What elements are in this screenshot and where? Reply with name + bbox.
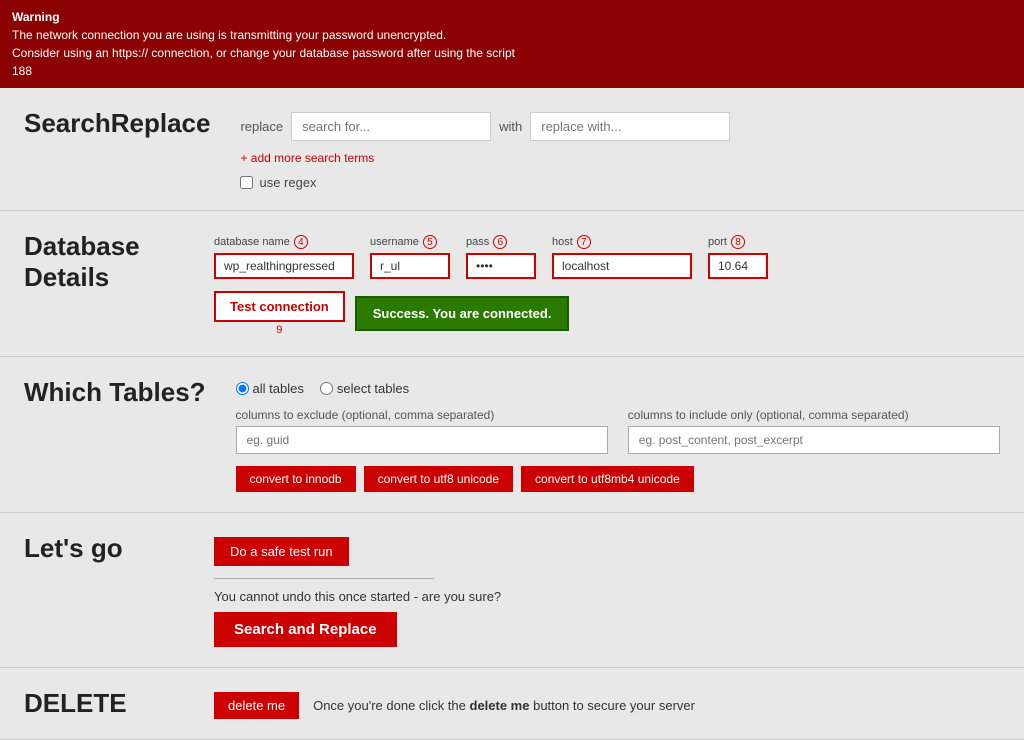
all-tables-label: all tables <box>253 381 304 396</box>
host-input[interactable] <box>552 253 692 279</box>
letsgo-section: Let's go Do a safe test run You cannot u… <box>0 513 1024 668</box>
database-section: DatabaseDetails database name 4 username… <box>0 211 1024 357</box>
delete-button[interactable]: delete me <box>214 692 299 719</box>
port-group: port 8 <box>708 235 768 279</box>
delete-section-title: DELETE <box>24 688 184 719</box>
app-title: SearchReplace <box>24 108 210 139</box>
tables-section: Which Tables? all tables select tables c… <box>0 357 1024 513</box>
search-replace-button[interactable]: Search and Replace <box>214 612 397 647</box>
include-label: columns to include only (optional, comma… <box>628 408 1000 422</box>
divider <box>214 578 434 579</box>
db-name-group: database name 4 <box>214 235 354 279</box>
safe-test-run-button[interactable]: Do a safe test run <box>214 537 349 566</box>
test-num-label: 9 <box>276 324 282 336</box>
port-num: 8 <box>731 235 745 249</box>
use-regex-row: use regex <box>240 175 1000 190</box>
replace-input[interactable] <box>530 112 730 141</box>
convert-buttons: convert to innodb convert to utf8 unicod… <box>236 466 1000 492</box>
db-name-input[interactable] <box>214 253 354 279</box>
letsgo-section-title: Let's go <box>24 533 184 564</box>
tables-content: all tables select tables columns to excl… <box>236 377 1000 492</box>
search-input[interactable] <box>291 112 491 141</box>
port-label: port 8 <box>708 235 768 249</box>
search-replace-section: SearchReplace replace with + add more se… <box>0 88 1024 211</box>
pass-input[interactable] <box>466 253 536 279</box>
delete-description: Once you're done click the delete me but… <box>313 698 695 713</box>
database-content: database name 4 username 5 pass <box>214 231 1000 336</box>
use-regex-label: use regex <box>259 175 316 190</box>
warning-line2: Consider using an https:// connection, o… <box>12 44 1012 62</box>
pass-num: 6 <box>493 235 507 249</box>
delete-content: delete me Once you're done click the del… <box>214 688 1000 719</box>
select-tables-label: select tables <box>337 381 409 396</box>
warning-bar: Warning The network connection you are u… <box>0 0 1024 88</box>
include-input[interactable] <box>628 426 1000 454</box>
columns-row: columns to exclude (optional, comma sepa… <box>236 408 1000 454</box>
host-num: 7 <box>577 235 591 249</box>
db-actions-row: Test connection 9 Success. You are conne… <box>214 291 1000 336</box>
select-tables-option: select tables <box>320 381 409 396</box>
username-num: 5 <box>423 235 437 249</box>
username-label: username 5 <box>370 235 450 249</box>
select-tables-radio[interactable] <box>320 382 333 395</box>
warning-line3: 188 <box>12 62 1012 80</box>
delete-row: delete me Once you're done click the del… <box>214 692 1000 719</box>
convert-utf8mb4-button[interactable]: convert to utf8mb4 unicode <box>521 466 694 492</box>
test-connection-wrapper: Test connection 9 <box>214 291 345 336</box>
pass-label: pass 6 <box>466 235 536 249</box>
use-regex-checkbox[interactable] <box>240 176 253 189</box>
db-name-num: 4 <box>294 235 308 249</box>
exclude-input[interactable] <box>236 426 608 454</box>
delete-section: DELETE delete me Once you're done click … <box>0 668 1024 740</box>
exclude-label: columns to exclude (optional, comma sepa… <box>236 408 608 422</box>
convert-utf8-button[interactable]: convert to utf8 unicode <box>364 466 513 492</box>
tables-section-title: Which Tables? <box>24 377 206 408</box>
success-message: Success. You are connected. <box>355 296 570 331</box>
search-replace-content: replace with + add more search terms use… <box>240 108 1000 190</box>
db-name-label: database name 4 <box>214 235 354 249</box>
username-group: username 5 <box>370 235 450 279</box>
db-fields-row: database name 4 username 5 pass <box>214 235 1000 279</box>
pass-group: pass 6 <box>466 235 536 279</box>
radio-row: all tables select tables <box>236 381 1000 396</box>
warning-title: Warning <box>12 8 1012 26</box>
host-label: host 7 <box>552 235 692 249</box>
port-input[interactable] <box>708 253 768 279</box>
warning-line1: The network connection you are using is … <box>12 26 1012 44</box>
test-connection-button[interactable]: Test connection <box>214 291 345 322</box>
undo-warning-text: You cannot undo this once started - are … <box>214 589 1000 604</box>
all-tables-radio[interactable] <box>236 382 249 395</box>
include-col-group: columns to include only (optional, comma… <box>628 408 1000 454</box>
exclude-col-group: columns to exclude (optional, comma sepa… <box>236 408 608 454</box>
all-tables-option: all tables <box>236 381 304 396</box>
add-more-link[interactable]: + add more search terms <box>240 151 1000 165</box>
letsgo-content: Do a safe test run You cannot undo this … <box>214 533 1000 647</box>
database-section-title: DatabaseDetails <box>24 231 184 293</box>
convert-innodb-button[interactable]: convert to innodb <box>236 466 356 492</box>
host-group: host 7 <box>552 235 692 279</box>
search-replace-row: replace with <box>240 112 1000 141</box>
with-label: with <box>499 119 522 134</box>
username-input[interactable] <box>370 253 450 279</box>
replace-label: replace <box>240 119 283 134</box>
